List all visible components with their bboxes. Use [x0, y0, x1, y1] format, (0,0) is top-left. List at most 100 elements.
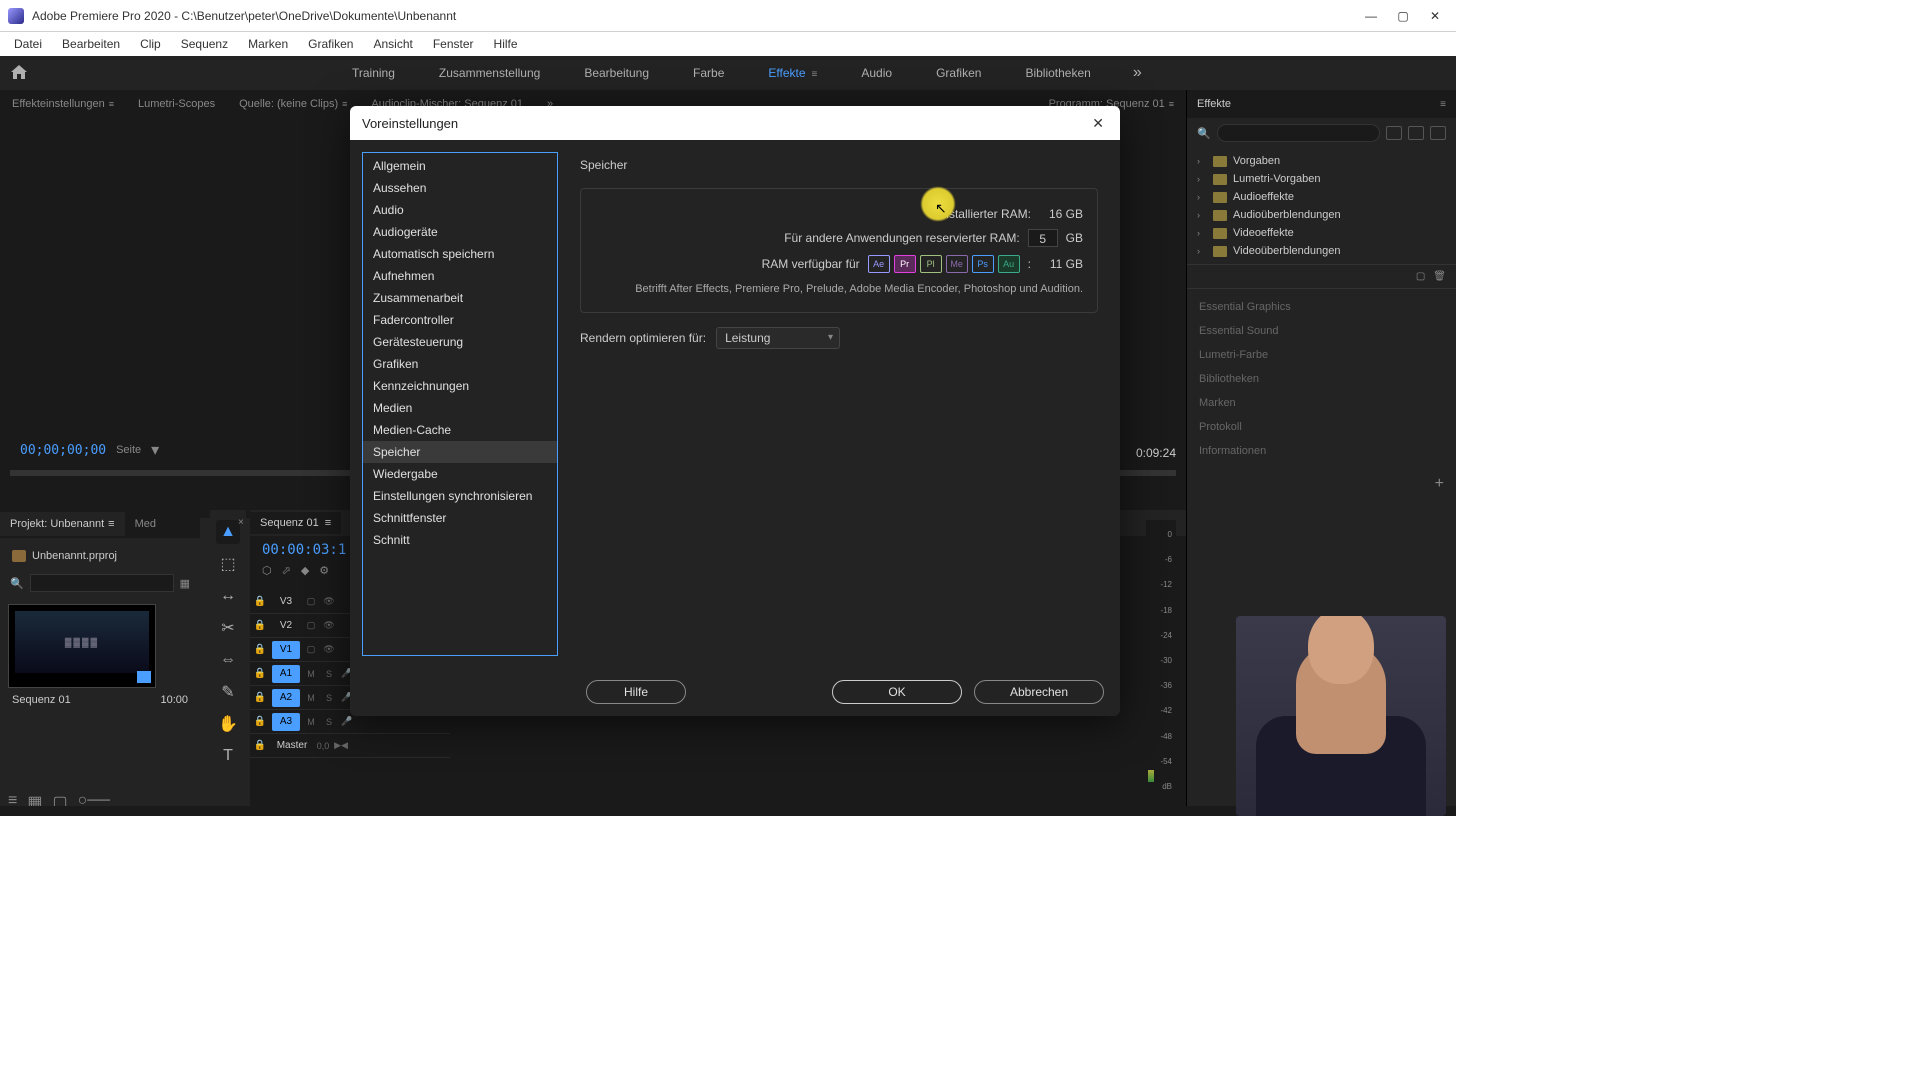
- lock-icon[interactable]: 🔒: [250, 620, 270, 631]
- minimize-button[interactable]: —: [1364, 9, 1378, 23]
- cancel-button[interactable]: Abbrechen: [974, 680, 1104, 704]
- workspace-training[interactable]: Training: [330, 58, 417, 88]
- category-item[interactable]: Schnitt: [363, 529, 557, 551]
- ok-button[interactable]: OK: [832, 680, 962, 704]
- ripple-edit-tool-icon[interactable]: ↔: [216, 584, 240, 608]
- category-item[interactable]: Gerätesteuerung: [363, 331, 557, 353]
- side-tab[interactable]: Essential Sound: [1197, 319, 1446, 343]
- category-item[interactable]: Aussehen: [363, 177, 557, 199]
- maximize-button[interactable]: ▢: [1396, 9, 1410, 23]
- razor-tool-icon[interactable]: ✂: [216, 616, 240, 640]
- effects-search-input[interactable]: [1217, 124, 1380, 142]
- category-item[interactable]: Schnittfenster: [363, 507, 557, 529]
- category-item[interactable]: Audio: [363, 199, 557, 221]
- track-a1[interactable]: A1: [272, 665, 300, 683]
- linked-selection-icon[interactable]: ⬀: [282, 564, 291, 577]
- workspace-menu-icon[interactable]: ≡: [812, 69, 818, 80]
- workspace-effekte[interactable]: Effekte≡: [746, 58, 839, 88]
- category-item[interactable]: Einstellungen synchronisieren: [363, 485, 557, 507]
- search-icon[interactable]: 🔍: [10, 577, 24, 590]
- workspace-bearbeitung[interactable]: Bearbeitung: [562, 58, 671, 88]
- side-tab[interactable]: Marken: [1197, 391, 1446, 415]
- workspace-bibliotheken[interactable]: Bibliotheken: [1003, 58, 1112, 88]
- slip-tool-icon[interactable]: ⇔: [216, 648, 240, 672]
- category-item[interactable]: Medien-Cache: [363, 419, 557, 441]
- panel-tab-projekt[interactable]: Projekt: Unbenannt≡: [0, 512, 125, 536]
- home-icon[interactable]: [10, 64, 30, 82]
- project-view-icon[interactable]: ▦: [180, 577, 190, 590]
- track-master[interactable]: Master: [272, 737, 312, 755]
- menu-marken[interactable]: Marken: [240, 35, 296, 53]
- track-a2[interactable]: A2: [272, 689, 300, 707]
- lock-icon[interactable]: 🔒: [250, 740, 270, 751]
- workspace-overflow-icon[interactable]: »: [1133, 64, 1142, 82]
- menu-hilfe[interactable]: Hilfe: [486, 35, 526, 53]
- tree-item[interactable]: ›Videoüberblendungen: [1197, 242, 1446, 260]
- close-window-button[interactable]: ✕: [1428, 9, 1442, 23]
- category-item[interactable]: Medien: [363, 397, 557, 419]
- menu-ansicht[interactable]: Ansicht: [365, 35, 420, 53]
- filter-icon[interactable]: [1430, 126, 1446, 140]
- close-tab-icon[interactable]: ×: [238, 517, 244, 528]
- search-icon[interactable]: 🔍: [1197, 127, 1211, 140]
- track-select-tool-icon[interactable]: ⬚: [216, 552, 240, 576]
- tree-item[interactable]: ›Audioeffekte: [1197, 188, 1446, 206]
- menu-datei[interactable]: Datei: [6, 35, 50, 53]
- close-dialog-icon[interactable]: ✕: [1088, 111, 1108, 136]
- category-item[interactable]: Allgemein: [363, 155, 557, 177]
- side-tab[interactable]: Essential Graphics: [1197, 295, 1446, 319]
- snap-icon[interactable]: ⬡: [262, 564, 272, 577]
- panel-tab-quelle[interactable]: Quelle: (keine Clips)≡: [227, 92, 359, 116]
- settings-icon[interactable]: ⚙: [319, 564, 329, 577]
- reserved-ram-input[interactable]: 5: [1028, 229, 1058, 247]
- panel-tab-effekte[interactable]: Effekte: [1197, 98, 1231, 110]
- track-v2[interactable]: V2: [272, 617, 300, 635]
- track-a3[interactable]: A3: [272, 713, 300, 731]
- filter-icon[interactable]: [1408, 126, 1424, 140]
- menu-clip[interactable]: Clip: [132, 35, 169, 53]
- tree-item[interactable]: ›Audioüberblendungen: [1197, 206, 1446, 224]
- delete-icon[interactable]: 🗑: [1433, 271, 1446, 282]
- category-item[interactable]: Zusammenarbeit: [363, 287, 557, 309]
- category-item-speicher[interactable]: Speicher: [363, 441, 557, 463]
- tree-item[interactable]: ›Videoeffekte: [1197, 224, 1446, 242]
- hand-tool-icon[interactable]: ✋: [216, 712, 240, 736]
- menu-sequenz[interactable]: Sequenz: [173, 35, 236, 53]
- workspace-audio[interactable]: Audio: [839, 58, 914, 88]
- side-tab[interactable]: Bibliotheken: [1197, 367, 1446, 391]
- side-tab[interactable]: Lumetri-Farbe: [1197, 343, 1446, 367]
- panel-tab-lumetri-scopes[interactable]: Lumetri-Scopes: [126, 92, 227, 116]
- side-tab[interactable]: Informationen: [1197, 439, 1446, 463]
- pen-tool-icon[interactable]: ✎: [216, 680, 240, 704]
- lock-icon[interactable]: 🔒: [250, 716, 270, 727]
- menu-fenster[interactable]: Fenster: [425, 35, 482, 53]
- type-tool-icon[interactable]: T: [216, 744, 240, 768]
- clip-thumbnail[interactable]: ▓▓▓▓: [8, 604, 156, 688]
- add-icon[interactable]: +: [1435, 475, 1444, 492]
- panel-tab-effekteinstellungen[interactable]: Effekteinstellungen≡: [0, 92, 126, 116]
- menu-grafiken[interactable]: Grafiken: [300, 35, 361, 53]
- track-v1[interactable]: V1: [272, 641, 300, 659]
- tree-item[interactable]: ›Lumetri-Vorgaben: [1197, 170, 1446, 188]
- selection-tool-icon[interactable]: ▲: [216, 520, 240, 544]
- category-item[interactable]: Grafiken: [363, 353, 557, 375]
- lock-icon[interactable]: 🔒: [250, 596, 270, 607]
- category-item[interactable]: Fadercontroller: [363, 309, 557, 331]
- category-item[interactable]: Kennzeichnungen: [363, 375, 557, 397]
- tree-item[interactable]: ›Vorgaben: [1197, 152, 1446, 170]
- timeline-tab[interactable]: ×Sequenz 01≡: [250, 512, 341, 534]
- category-item[interactable]: Audiogeräte: [363, 221, 557, 243]
- panel-tab-med[interactable]: Med: [125, 512, 166, 536]
- help-button[interactable]: Hilfe: [586, 680, 686, 704]
- panel-menu-icon[interactable]: ≡: [1440, 99, 1446, 110]
- source-timecode[interactable]: 00;00;00;00: [20, 443, 106, 458]
- category-item[interactable]: Aufnehmen: [363, 265, 557, 287]
- menu-bearbeiten[interactable]: Bearbeiten: [54, 35, 128, 53]
- new-bin-icon[interactable]: ▢: [1416, 271, 1425, 282]
- workspace-grafiken[interactable]: Grafiken: [914, 58, 1003, 88]
- category-item[interactable]: Wiedergabe: [363, 463, 557, 485]
- project-search-input[interactable]: [30, 574, 174, 592]
- side-tab[interactable]: Protokoll: [1197, 415, 1446, 439]
- workspace-farbe[interactable]: Farbe: [671, 58, 746, 88]
- zoom-scale[interactable]: Seite: [116, 444, 141, 456]
